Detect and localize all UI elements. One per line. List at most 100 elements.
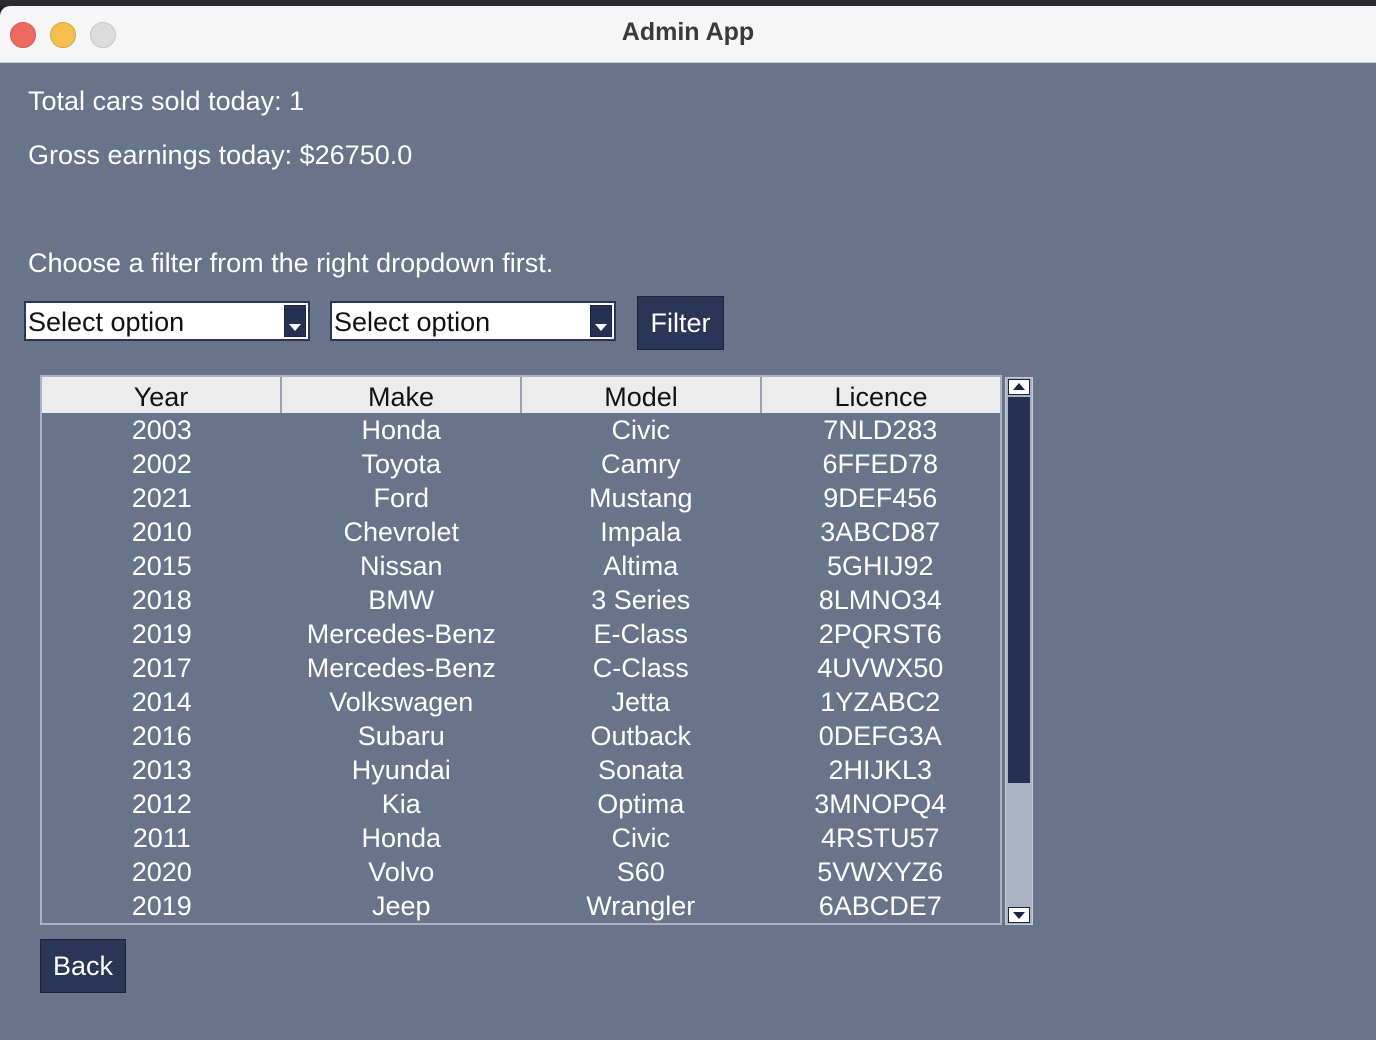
table-cell-year: 2012 <box>131 789 192 819</box>
table-cell-year: 2017 <box>131 653 192 683</box>
table-cell-make: Toyota <box>361 449 442 479</box>
table-row[interactable]: 2002 Toyota Camry 6FFED78 <box>42 447 1000 481</box>
table-cell-model: Outback <box>590 721 692 751</box>
table-row[interactable]: 2017 Mercedes-Benz C-Class 4UVWX50 <box>42 651 1000 685</box>
table-cell-make: Mercedes-Benz <box>306 619 496 649</box>
table-row[interactable]: 2003 Honda Civic 7NLD283 <box>42 413 1000 447</box>
table-cell-year: 2019 <box>131 891 192 921</box>
left-filter-value: Select option <box>28 307 185 337</box>
table-cell-make: Honda <box>361 415 442 445</box>
table-cell-make: Nissan <box>359 551 443 581</box>
scroll-down-arrow-icon[interactable] <box>1008 907 1030 923</box>
table-cell-licence: 5GHIJ92 <box>826 551 934 581</box>
table-cell-make: BMW <box>368 585 435 615</box>
table-cell-make: Hyundai <box>351 755 451 785</box>
table-cell-model: E-Class <box>593 619 688 649</box>
cars-table: Year Make Model Licence 2003 Honda Civic 7N… <box>40 375 1002 925</box>
table-cell-licence: 3MNOPQ4 <box>814 789 947 819</box>
gross-earnings-label: Gross earnings today: $26750.0 <box>28 140 413 170</box>
table-cell-make: Jeep <box>371 891 431 921</box>
table-cell-model: Jetta <box>611 687 671 717</box>
table-cell-make: Volkswagen <box>329 687 474 717</box>
table-cell-model: Civic <box>611 823 671 853</box>
filter-button[interactable]: Filter <box>637 296 724 350</box>
chevron-down-icon[interactable] <box>590 305 612 337</box>
filter-instruction: Choose a filter from the right dropdown … <box>28 248 554 278</box>
table-cell-licence: 6FFED78 <box>822 449 939 479</box>
table-row[interactable]: 2016 Subaru Outback 0DEFG3A <box>42 719 1000 753</box>
table-cell-licence: 4UVWX50 <box>817 653 944 683</box>
table-row[interactable]: 2020 Volvo S60 5VWXYZ6 <box>42 855 1000 889</box>
table-cell-licence: 9DEF456 <box>823 483 938 513</box>
table-cell-year: 2003 <box>131 415 192 445</box>
table-row[interactable]: 2019 Mercedes-Benz E-Class 2PQRST6 <box>42 617 1000 651</box>
table-cell-licence: 7NLD283 <box>823 415 938 445</box>
chevron-down-icon[interactable] <box>284 305 306 337</box>
table-cell-year: 2018 <box>131 585 192 615</box>
table-scrollbar[interactable] <box>1005 377 1033 925</box>
table-cell-make: Subaru <box>357 721 445 751</box>
column-header-model[interactable]: Model <box>522 377 762 413</box>
table-cell-year: 2002 <box>131 449 192 479</box>
table-cell-model: Civic <box>611 415 671 445</box>
table-cell-year: 2011 <box>132 823 191 853</box>
table-cell-make: Kia <box>381 789 421 819</box>
column-header-year[interactable]: Year <box>42 377 282 413</box>
table-cell-model: Wrangler <box>586 891 696 921</box>
table-row[interactable]: 2013 Hyundai Sonata 2HIJKL3 <box>42 753 1000 787</box>
table-row[interactable]: 2014 Volkswagen Jetta 1YZABC2 <box>42 685 1000 719</box>
table-row[interactable]: 2018 BMW 3 Series 8LMNO34 <box>42 583 1000 617</box>
table-cell-year: 2020 <box>131 857 192 887</box>
cars-sold-label: Total cars sold today: 1 <box>28 86 305 116</box>
table-cell-year: 2013 <box>131 755 192 785</box>
table-cell-model: Altima <box>603 551 679 581</box>
table-cell-model: Camry <box>601 449 681 479</box>
table-cell-model: Mustang <box>588 483 693 513</box>
table-cell-licence: 4RSTU57 <box>820 823 940 853</box>
table-cell-licence: 2HIJKL3 <box>828 755 933 785</box>
table-row[interactable]: 2021 Ford Mustang 9DEF456 <box>42 481 1000 515</box>
back-button[interactable]: Back <box>40 939 126 993</box>
table-cell-make: Mercedes-Benz <box>306 653 496 683</box>
table-cell-licence: 5VWXYZ6 <box>817 857 944 887</box>
right-filter-value: Select option <box>334 307 491 337</box>
table-cell-make: Chevrolet <box>343 517 460 547</box>
table-row[interactable]: 2015 Nissan Altima 5GHIJ92 <box>42 549 1000 583</box>
column-header-make[interactable]: Make <box>282 377 522 413</box>
table-cell-make: Ford <box>373 483 430 513</box>
table-cell-licence: 6ABCDE7 <box>818 891 942 921</box>
table-row[interactable]: 2012 Kia Optima 3MNOPQ4 <box>42 787 1000 821</box>
table-cell-model: C-Class <box>592 653 689 683</box>
left-filter-dropdown[interactable]: Select option <box>24 301 310 341</box>
table-cell-model: 3 Series <box>591 585 691 615</box>
table-cell-year: 2015 <box>131 551 192 581</box>
table-cell-year: 2014 <box>131 687 192 717</box>
window-title: Admin App <box>621 18 755 46</box>
table-cell-model: Impala <box>600 517 682 547</box>
table-cell-year: 2021 <box>131 483 192 513</box>
table-cell-year: 2019 <box>131 619 192 649</box>
table-cell-model: Optima <box>597 789 685 819</box>
table-cell-licence: 2PQRST6 <box>818 619 942 649</box>
right-filter-dropdown[interactable]: Select option <box>330 301 616 341</box>
table-cell-model: S60 <box>616 857 665 887</box>
table-body: 2003 Honda Civic 7NLD283 2002 Toyota Camry 6FFE… <box>42 413 1000 923</box>
table-cell-licence: 3ABCD87 <box>820 517 941 547</box>
table-cell-year: 2016 <box>131 721 192 751</box>
table-row[interactable]: 2010 Chevrolet Impala 3ABCD87 <box>42 515 1000 549</box>
table-row[interactable]: 2019 Jeep Wrangler 6ABCDE7 <box>42 889 1000 923</box>
table-cell-licence: 8LMNO34 <box>818 585 942 615</box>
table-row[interactable]: 2011 Honda Civic 4RSTU57 <box>42 821 1000 855</box>
table-cell-licence: 1YZABC2 <box>820 687 941 717</box>
column-header-licence[interactable]: Licence <box>762 377 1000 413</box>
title-bar: Admin App <box>0 6 1376 63</box>
table-header: Year Make Model Licence <box>42 377 1000 413</box>
admin-window: Admin App Total cars sold today: 1 Gross… <box>0 6 1376 1040</box>
table-cell-licence: 0DEFG3A <box>818 721 942 751</box>
table-cell-model: Sonata <box>597 755 684 785</box>
table-cell-make: Honda <box>361 823 442 853</box>
scroll-up-arrow-icon[interactable] <box>1008 379 1030 395</box>
scrollbar-thumb[interactable] <box>1008 397 1030 783</box>
table-cell-make: Volvo <box>368 857 435 887</box>
table-cell-year: 2010 <box>131 517 192 547</box>
